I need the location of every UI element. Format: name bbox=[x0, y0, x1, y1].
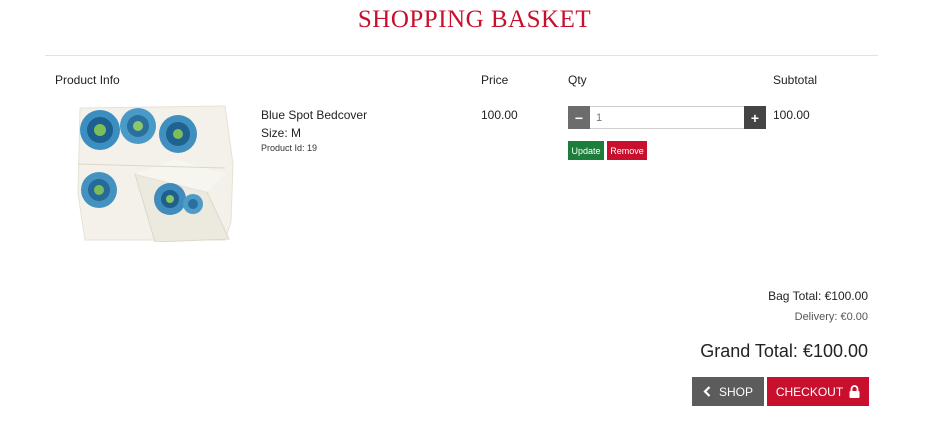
product-image[interactable] bbox=[75, 104, 245, 242]
shop-button-label: SHOP bbox=[718, 384, 753, 399]
minus-icon: − bbox=[574, 109, 584, 126]
grand-total: Grand Total: €100.00 bbox=[700, 341, 868, 361]
lock-icon bbox=[849, 385, 860, 398]
quantity-input[interactable] bbox=[590, 106, 744, 129]
shop-button[interactable]: SHOP bbox=[692, 377, 764, 406]
item-subtotal: 100.00 bbox=[773, 108, 810, 122]
checkout-button[interactable]: CHECKOUT bbox=[767, 377, 869, 406]
update-button[interactable]: Update bbox=[568, 141, 604, 160]
page-title: SHOPPING BASKET bbox=[357, 6, 592, 33]
decrement-button[interactable]: − bbox=[568, 106, 590, 129]
product-id: Product Id: 19 bbox=[261, 143, 318, 153]
item-price: 100.00 bbox=[481, 108, 518, 122]
divider bbox=[45, 55, 878, 56]
quantity-stepper: − + bbox=[568, 106, 766, 129]
chevron-left-icon bbox=[703, 386, 711, 397]
remove-button[interactable]: Remove bbox=[607, 141, 647, 160]
column-header-price: Price bbox=[481, 73, 509, 87]
increment-button[interactable]: + bbox=[744, 106, 766, 129]
checkout-button-label: CHECKOUT bbox=[775, 384, 844, 399]
column-header-qty: Qty bbox=[568, 73, 587, 87]
bag-total: Bag Total: €100.00 bbox=[768, 289, 868, 303]
plus-icon: + bbox=[750, 109, 760, 126]
product-name: Blue Spot Bedcover bbox=[261, 108, 368, 122]
column-header-product-info: Product Info bbox=[55, 73, 120, 87]
column-header-subtotal: Subtotal bbox=[773, 73, 818, 87]
product-size: Size: M bbox=[261, 126, 302, 140]
delivery-cost: Delivery: €0.00 bbox=[794, 311, 868, 323]
